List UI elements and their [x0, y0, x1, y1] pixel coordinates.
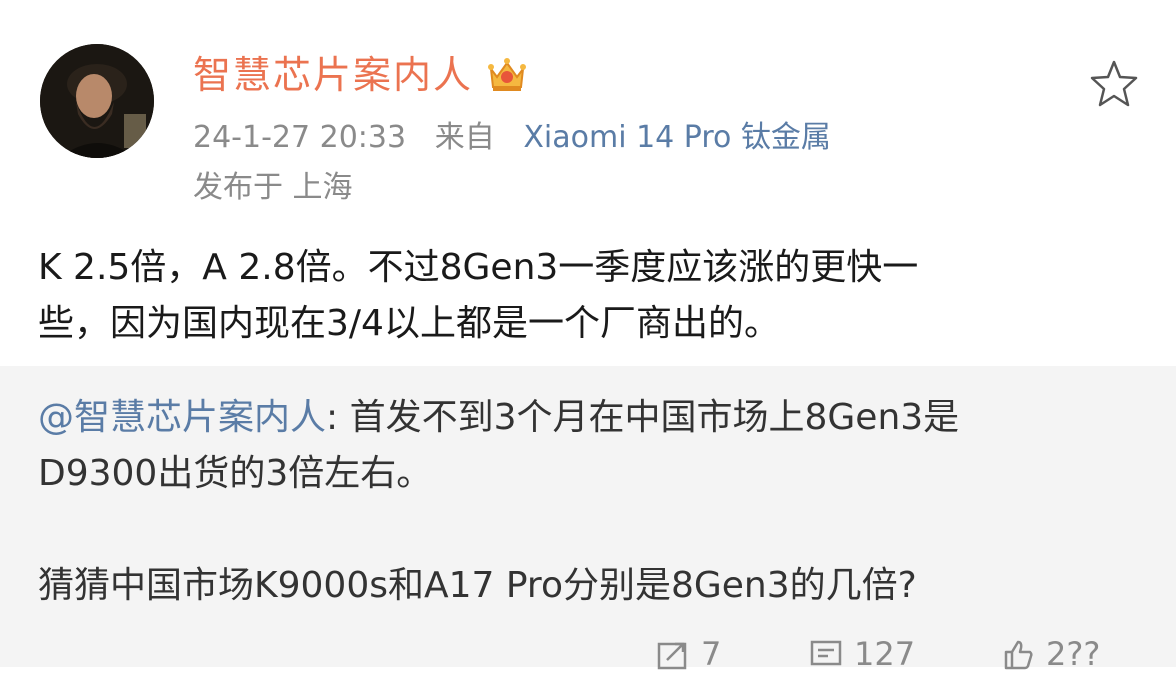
repost-box[interactable]: @智慧芯片案内人: 首发不到3个月在中国市场上8Gen3是 D9300出货的3倍…: [0, 366, 1176, 667]
star-outline-icon: [1090, 60, 1138, 107]
post-body-line: K 2.5倍，A 2.8倍。不过8Gen3一季度应该涨的更快一: [38, 247, 919, 288]
comment-count: 127: [854, 635, 916, 673]
author-line: 智慧芯片案内人: [193, 50, 529, 100]
repost-text-line: D9300出货的3倍左右。: [38, 453, 433, 494]
device-link[interactable]: Xiaomi 14 Pro 钛金属: [523, 120, 831, 155]
post-meta: 24-1-27 20:33 来自 Xiaomi 14 Pro 钛金属: [193, 116, 831, 160]
repost-text: @智慧芯片案内人: 首发不到3个月在中国市场上8Gen3是 D9300出货的3倍…: [38, 390, 1148, 614]
repost-count: 7: [701, 635, 722, 673]
mention-link[interactable]: @智慧芯片案内人: [38, 397, 326, 438]
source-prefix: 来自: [434, 120, 495, 155]
author-name[interactable]: 智慧芯片案内人: [193, 50, 473, 100]
avatar[interactable]: [40, 44, 154, 158]
comment-button[interactable]: 127: [808, 634, 915, 674]
repost-button[interactable]: 7: [655, 634, 721, 674]
favorite-button[interactable]: [1086, 56, 1142, 112]
repost-text-line: 猜猜中国市场K9000s和A17 Pro分别是8Gen3的几倍?: [38, 565, 917, 606]
action-bar: 7 127 2??: [0, 634, 1176, 674]
avatar-portrait-icon: [40, 44, 154, 158]
repost-text-line: : 首发不到3个月在中国市场上8Gen3是: [326, 397, 960, 438]
like-button[interactable]: 2??: [1000, 634, 1100, 674]
post-location: 发布于 上海: [193, 170, 353, 205]
post-timestamp: 24-1-27 20:33: [193, 120, 407, 155]
post-header: 智慧芯片案内人 24-1-27 20:33 来自 Xiaomi 14 Pro 钛…: [0, 0, 1176, 360]
post-body-line: 些，因为国内现在3/4以上都是一个厂商出的。: [38, 303, 780, 344]
like-count: 2??: [1046, 635, 1101, 673]
post-body: K 2.5倍，A 2.8倍。不过8Gen3一季度应该涨的更快一 些，因为国内现在…: [38, 240, 1148, 352]
crown-badge-icon: [488, 58, 527, 91]
